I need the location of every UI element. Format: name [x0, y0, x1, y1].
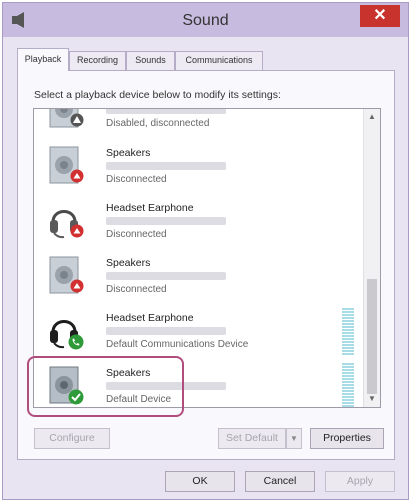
device-name: Headset Earphone — [106, 312, 194, 324]
list-item[interactable]: Speakers Default Device — [34, 361, 364, 407]
tab-playback[interactable]: Playback — [17, 48, 69, 71]
device-status: Disconnected — [106, 174, 167, 185]
tab-communications[interactable]: Communications — [175, 51, 263, 70]
disconnected-badge-icon — [70, 279, 84, 293]
device-subname-blurred — [106, 217, 226, 225]
apply-button[interactable]: Apply — [325, 471, 395, 492]
device-name: Speakers — [106, 257, 151, 269]
list-item[interactable]: Speakers Disconnected — [34, 141, 364, 196]
device-subname-blurred — [106, 382, 226, 390]
disabled-badge-icon — [70, 113, 84, 127]
configure-button[interactable]: Configure — [34, 428, 110, 449]
disconnected-badge-icon — [70, 169, 84, 183]
list-item[interactable]: Headset Earphone Default Communications … — [34, 306, 364, 361]
device-status: Disabled, disconnected — [106, 118, 210, 129]
checkmark-badge-icon — [68, 389, 84, 405]
list-item[interactable]: Headset Earphone Disconnected — [34, 196, 364, 251]
vertical-scrollbar[interactable]: ▲ ▼ — [363, 109, 380, 407]
device-list[interactable]: Disabled, disconnected Speakers Disconne… — [33, 108, 381, 408]
list-item[interactable]: Speakers Disconnected — [34, 251, 364, 306]
tab-recording[interactable]: Recording — [69, 51, 126, 70]
device-name: Headset Earphone — [106, 202, 194, 214]
properties-button[interactable]: Properties — [310, 428, 384, 449]
close-button[interactable]: ✕ — [360, 5, 400, 27]
ok-button[interactable]: OK — [165, 471, 235, 492]
device-status: Disconnected — [106, 229, 167, 240]
volume-level-meter — [342, 308, 354, 356]
scroll-thumb[interactable] — [367, 279, 377, 394]
window-title: Sound — [182, 12, 229, 29]
device-subname-blurred — [106, 272, 226, 280]
device-status: Disconnected — [106, 284, 167, 295]
device-status: Default Communications Device — [106, 339, 249, 350]
device-subname-blurred — [106, 109, 226, 114]
device-subname-blurred — [106, 327, 226, 335]
device-subname-blurred — [106, 162, 226, 170]
volume-level-meter — [342, 363, 354, 407]
device-name: Speakers — [106, 147, 151, 159]
scroll-down-button[interactable]: ▼ — [364, 391, 380, 407]
scroll-up-button[interactable]: ▲ — [364, 109, 380, 125]
title-bar[interactable]: Sound ✕ — [3, 3, 408, 37]
phone-badge-icon — [68, 334, 84, 350]
tab-sounds[interactable]: Sounds — [126, 51, 175, 70]
cancel-button[interactable]: Cancel — [245, 471, 315, 492]
set-default-button[interactable]: Set Default — [218, 428, 286, 449]
device-name: Speakers — [106, 367, 151, 379]
instruction-text: Select a playback device below to modify… — [34, 89, 281, 101]
list-item[interactable]: Disabled, disconnected — [34, 109, 364, 140]
device-status: Default Device — [106, 394, 172, 405]
playback-panel: Select a playback device below to modify… — [17, 70, 395, 460]
disconnected-badge-icon — [70, 224, 84, 238]
set-default-dropdown-icon[interactable]: ▼ — [286, 428, 302, 449]
sound-dialog: Sound ✕ Playback Recording Sounds Commun… — [2, 2, 409, 500]
